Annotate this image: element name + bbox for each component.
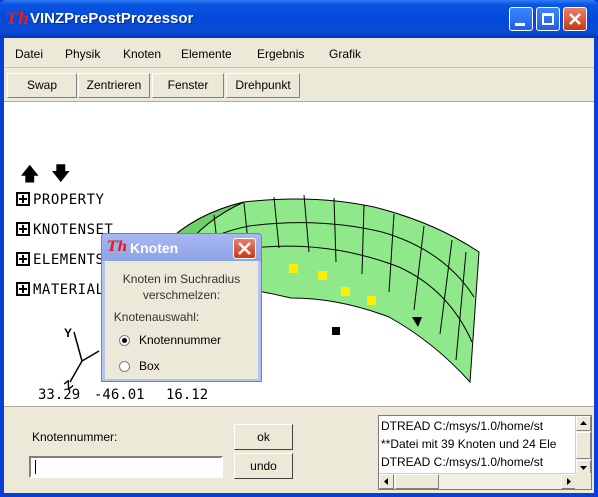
- log-line: **Datei mit 39 Knoten und 24 Ele: [381, 437, 557, 451]
- menu-ergebnis[interactable]: Ergebnis: [257, 47, 304, 61]
- axis-triad: [69, 331, 100, 383]
- close-icon: [569, 13, 581, 25]
- log-vertical-scrollbar[interactable]: [575, 416, 591, 475]
- radio-box-label[interactable]: Box: [139, 359, 160, 373]
- highlighted-node[interactable]: [341, 287, 350, 296]
- dialog-description-line2: verschmelzen:: [142, 288, 221, 302]
- log-line: DTREAD C:/msys/1.0/home/st: [381, 455, 544, 469]
- dialog-close-button[interactable]: [233, 238, 256, 259]
- dialog-title-bar[interactable]: Th Knoten: [102, 234, 261, 261]
- scrollbar-corner: [575, 473, 591, 489]
- scroll-thumb[interactable]: [395, 474, 439, 489]
- scroll-thumb[interactable]: [576, 432, 591, 459]
- radio-knotennummer-label[interactable]: Knotennummer: [139, 333, 221, 347]
- menu-grafik[interactable]: Grafik: [329, 47, 361, 61]
- menu-physik[interactable]: Physik: [65, 47, 100, 61]
- maximize-button[interactable]: [536, 7, 560, 31]
- menu-bar: Datei Physik Knoten Elemente Ergebnis Gr…: [4, 38, 594, 68]
- menu-elemente[interactable]: Elemente: [181, 47, 232, 61]
- swap-button[interactable]: Swap: [7, 73, 77, 98]
- client-area: Datei Physik Knoten Elemente Ergebnis Gr…: [4, 38, 594, 493]
- knoten-dialog: Th Knoten Knoten im Suchradius verschmel…: [101, 233, 262, 382]
- radio-box[interactable]: [119, 361, 130, 372]
- app-logo: Th: [6, 9, 30, 28]
- zentrieren-button[interactable]: Zentrieren: [78, 73, 150, 98]
- mesh-model[interactable]: [4, 102, 594, 406]
- log-output[interactable]: DTREAD C:/msys/1.0/home/st **Datei mit 3…: [378, 415, 592, 490]
- minimize-button[interactable]: [509, 7, 533, 31]
- selected-node-marker[interactable]: [332, 327, 340, 335]
- coordinate-z: 16.12: [166, 387, 209, 403]
- log-horizontal-scrollbar[interactable]: [379, 473, 577, 489]
- toolbar: Swap Zentrieren Fenster Drehpunkt: [4, 69, 594, 102]
- title-bar[interactable]: Th VINZPrePostProzessor: [0, 0, 598, 38]
- dialog-title: Knoten: [130, 240, 179, 256]
- coordinate-x: 33.29: [38, 387, 81, 403]
- axis-label-y: Y: [64, 326, 73, 340]
- dialog-description-line1: Knoten im Suchradius: [122, 272, 241, 286]
- minimize-icon: [515, 23, 525, 26]
- chevron-right-icon: [567, 478, 571, 485]
- fenster-button[interactable]: Fenster: [152, 73, 224, 98]
- scroll-left-button[interactable]: [379, 474, 394, 489]
- scroll-right-button[interactable]: [561, 474, 576, 489]
- scroll-up-button[interactable]: [576, 416, 591, 431]
- menu-datei[interactable]: Datei: [15, 47, 43, 61]
- coordinate-y: -46.01: [94, 387, 145, 403]
- highlighted-node[interactable]: [318, 271, 327, 280]
- chevron-left-icon: [384, 478, 388, 485]
- dialog-body: Knoten im Suchradius verschmelzen: Knote…: [105, 261, 258, 379]
- menu-knoten[interactable]: Knoten: [123, 47, 161, 61]
- bottom-panel: Knotennummer: ok undo DTREAD C:/msys/1.0…: [4, 406, 594, 493]
- undo-button[interactable]: undo: [234, 453, 293, 479]
- highlighted-node[interactable]: [289, 264, 298, 273]
- maximize-icon: [542, 13, 554, 25]
- drehpunkt-button[interactable]: Drehpunkt: [226, 73, 300, 98]
- close-button[interactable]: [563, 7, 587, 31]
- radio-knotennummer[interactable]: [119, 335, 130, 346]
- highlighted-node[interactable]: [367, 296, 376, 305]
- knotennummer-input[interactable]: [29, 456, 223, 478]
- close-icon: [238, 242, 251, 255]
- log-line: DTREAD C:/msys/1.0/home/st: [381, 419, 544, 433]
- knotenauswahl-label: Knotenauswahl:: [113, 310, 200, 324]
- window-title: VINZPrePostProzessor: [30, 10, 194, 27]
- chevron-up-icon: [580, 421, 587, 425]
- graphics-viewport[interactable]: 🡅 🡇 PROPERTY KNOTENSET ELEMENTSET MATERI…: [4, 102, 594, 406]
- application-window: Th VINZPrePostProzessor Datei Physik Kno…: [0, 0, 598, 497]
- knotennummer-label: Knotennummer:: [32, 430, 118, 444]
- ok-button[interactable]: ok: [234, 424, 293, 450]
- dialog-logo: Th: [107, 239, 128, 255]
- text-caret: [35, 460, 36, 474]
